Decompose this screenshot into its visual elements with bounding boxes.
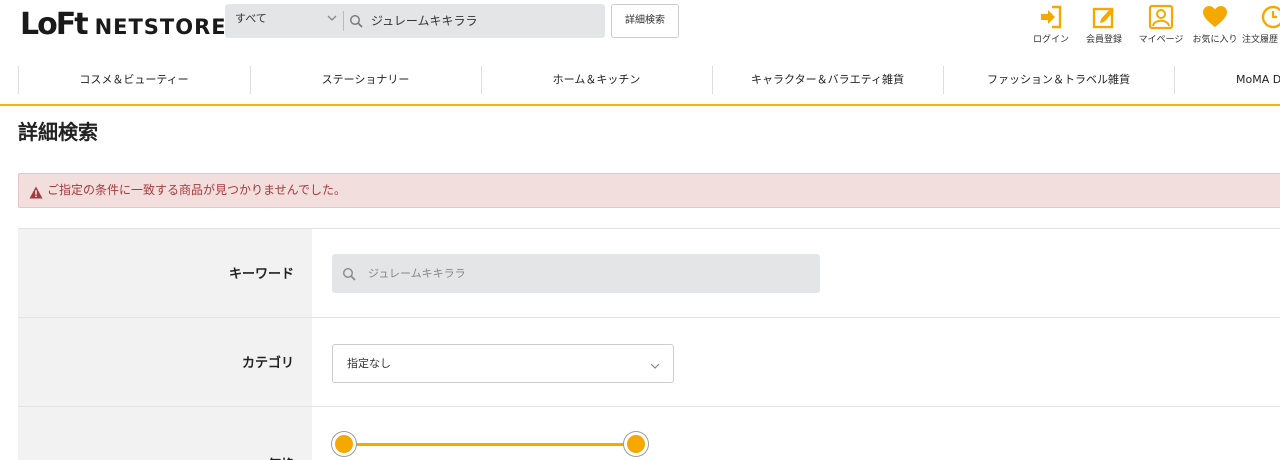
site-header: LoFt NETSTORE すべて ジュレームキキララ 詳細検索 ログイン 会員… [0,0,1280,56]
price-label: 価格 [268,454,294,460]
mypage-link[interactable]: マイページ [1136,4,1186,48]
login-link[interactable]: ログイン [1030,4,1072,48]
search-bar: すべて ジュレームキキララ [225,4,605,38]
mypage-label: マイページ [1138,35,1184,45]
search-icon[interactable] [349,13,363,28]
category-value: 指定なし [347,357,391,370]
nav-item-stationery[interactable]: ステーショナリー [250,64,481,100]
login-icon [1038,4,1064,30]
price-row: 価格 [18,406,1280,460]
keyword-row: キーワード ジュレームキキララ [18,228,1280,317]
keyword-label: キーワード [228,267,294,282]
order-history-label: 注文履歴 [1242,35,1279,45]
page-title: 詳細検索 [18,120,98,144]
register-label: 会員登録 [1085,35,1122,45]
order-history-icon [1258,4,1280,30]
nav-item-cosme[interactable]: コスメ＆ビューティー [18,64,250,100]
chevron-down-icon[interactable] [325,13,339,27]
keyword-input[interactable]: ジュレームキキララ [332,254,820,293]
nav-item-fashion-travel[interactable]: ファッション＆トラベル雑貨 [943,64,1174,100]
category-label: カテゴリ [241,356,294,371]
order-history-link[interactable]: 注文履歴 [1240,4,1280,48]
nav-separator [1174,66,1175,94]
price-max-handle[interactable] [624,432,648,456]
mypage-icon [1148,4,1174,30]
search-input[interactable]: ジュレームキキララ [371,4,478,38]
nav-item-character[interactable]: キャラクター＆バラエティ雑貨 [712,64,943,100]
favorites-label: お気に入り [1192,35,1238,45]
logo-suffix: NETSTORE [94,15,227,39]
search-icon [342,266,356,281]
logo-mark: LoFt [20,7,89,42]
advanced-search-button[interactable]: 詳細検索 [611,4,679,38]
price-min-handle[interactable] [332,432,356,456]
search-category-select[interactable]: すべて [235,4,267,38]
search-divider [343,11,344,31]
alert-message: ご指定の条件に一致する商品が見つかりませんでした。 [47,183,347,197]
category-label-cell: カテゴリ [18,318,312,406]
price-label-cell: 価格 [18,407,312,460]
keyword-value: ジュレームキキララ [368,267,466,280]
register-icon [1091,4,1117,30]
warning-icon [29,184,43,199]
favorites-link[interactable]: お気に入り [1192,4,1238,48]
nav-item-moma[interactable]: MoMA Design Store [1236,64,1280,100]
loft-netstore-logo[interactable]: LoFt NETSTORE [20,6,227,42]
price-range-track[interactable] [340,443,638,446]
login-label: ログイン [1032,35,1069,45]
nav-item-home-kitchen[interactable]: ホーム＆キッチン [481,64,712,100]
heart-icon [1202,4,1228,30]
no-results-alert: ご指定の条件に一致する商品が見つかりませんでした。 [18,173,1280,208]
register-link[interactable]: 会員登録 [1082,4,1126,48]
keyword-label-cell: キーワード [18,229,312,317]
chevron-down-icon [649,357,661,369]
category-row: カテゴリ 指定なし [18,317,1280,406]
category-select[interactable]: 指定なし [332,344,674,383]
category-nav: コスメ＆ビューティー ステーショナリー ホーム＆キッチン キャラクター＆バラエテ… [0,64,1280,106]
